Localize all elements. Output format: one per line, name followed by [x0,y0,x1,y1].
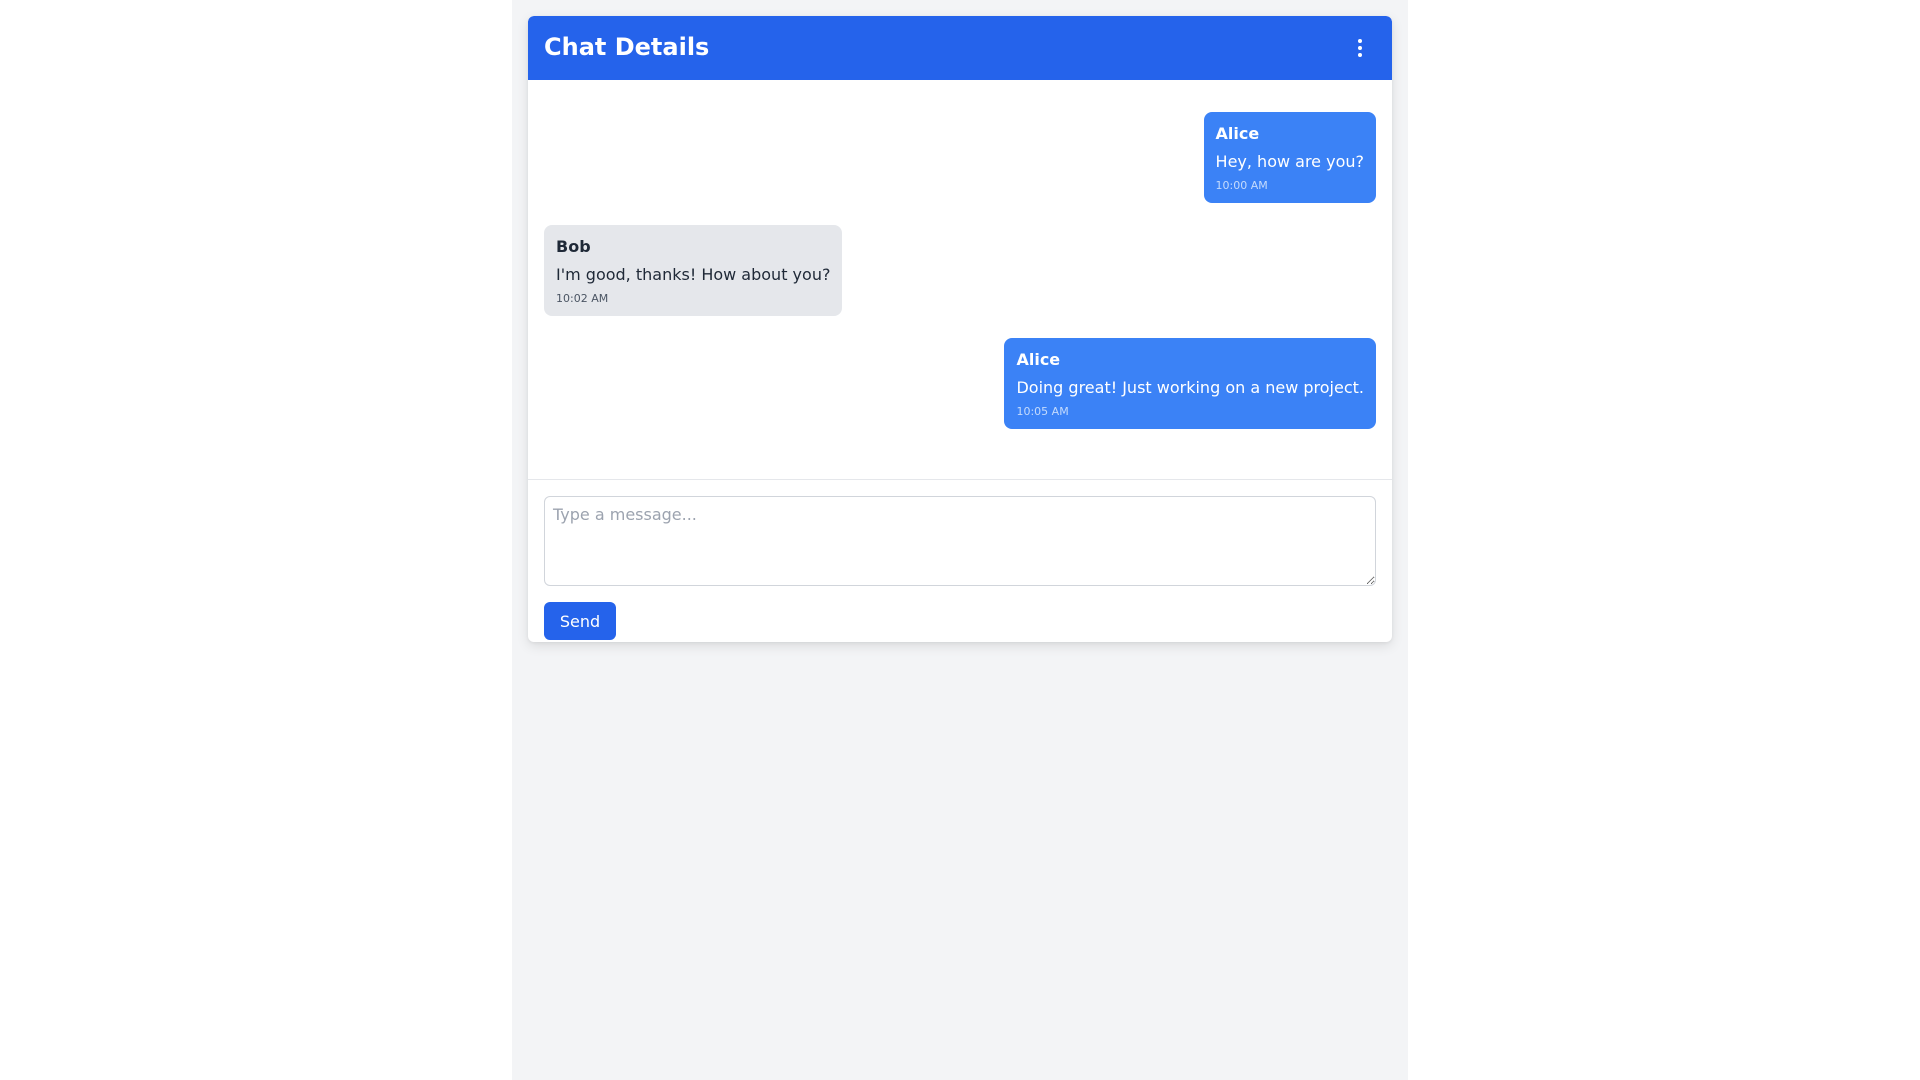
message-sender: Bob [556,237,591,256]
message-bubble-sent: Alice Hey, how are you? 10:00 AM [1203,112,1376,203]
message-text: I'm good, thanks! How about you? [556,265,831,284]
message-text: Doing great! Just working on a new proje… [1016,378,1364,397]
send-button[interactable]: Send [544,602,616,640]
message-timestamp: 10:00 AM [1215,179,1268,192]
message-text: Hey, how are you? [1215,152,1364,171]
message-bubble-sent: Alice Doing great! Just working on a new… [1004,338,1376,429]
message-composer: Send [528,479,1392,642]
message-bubble-received: Bob I'm good, thanks! How about you? 10:… [544,225,843,316]
page-column: Chat Details Alice Hey, how are you? 10:… [512,0,1408,1080]
more-options-button[interactable] [1348,36,1372,60]
message-timestamp: 10:02 AM [556,292,609,305]
chat-header: Chat Details [528,16,1392,80]
message-timestamp: 10:05 AM [1016,405,1069,418]
message-sender: Alice [1215,124,1260,143]
chat-title: Chat Details [544,33,710,61]
message-list: Alice Hey, how are you? 10:00 AM Bob I'm… [528,80,1392,479]
message-input[interactable] [544,496,1376,586]
chat-window: Chat Details Alice Hey, how are you? 10:… [528,16,1392,642]
more-vertical-icon [1358,39,1362,57]
message-sender: Alice [1016,350,1061,369]
